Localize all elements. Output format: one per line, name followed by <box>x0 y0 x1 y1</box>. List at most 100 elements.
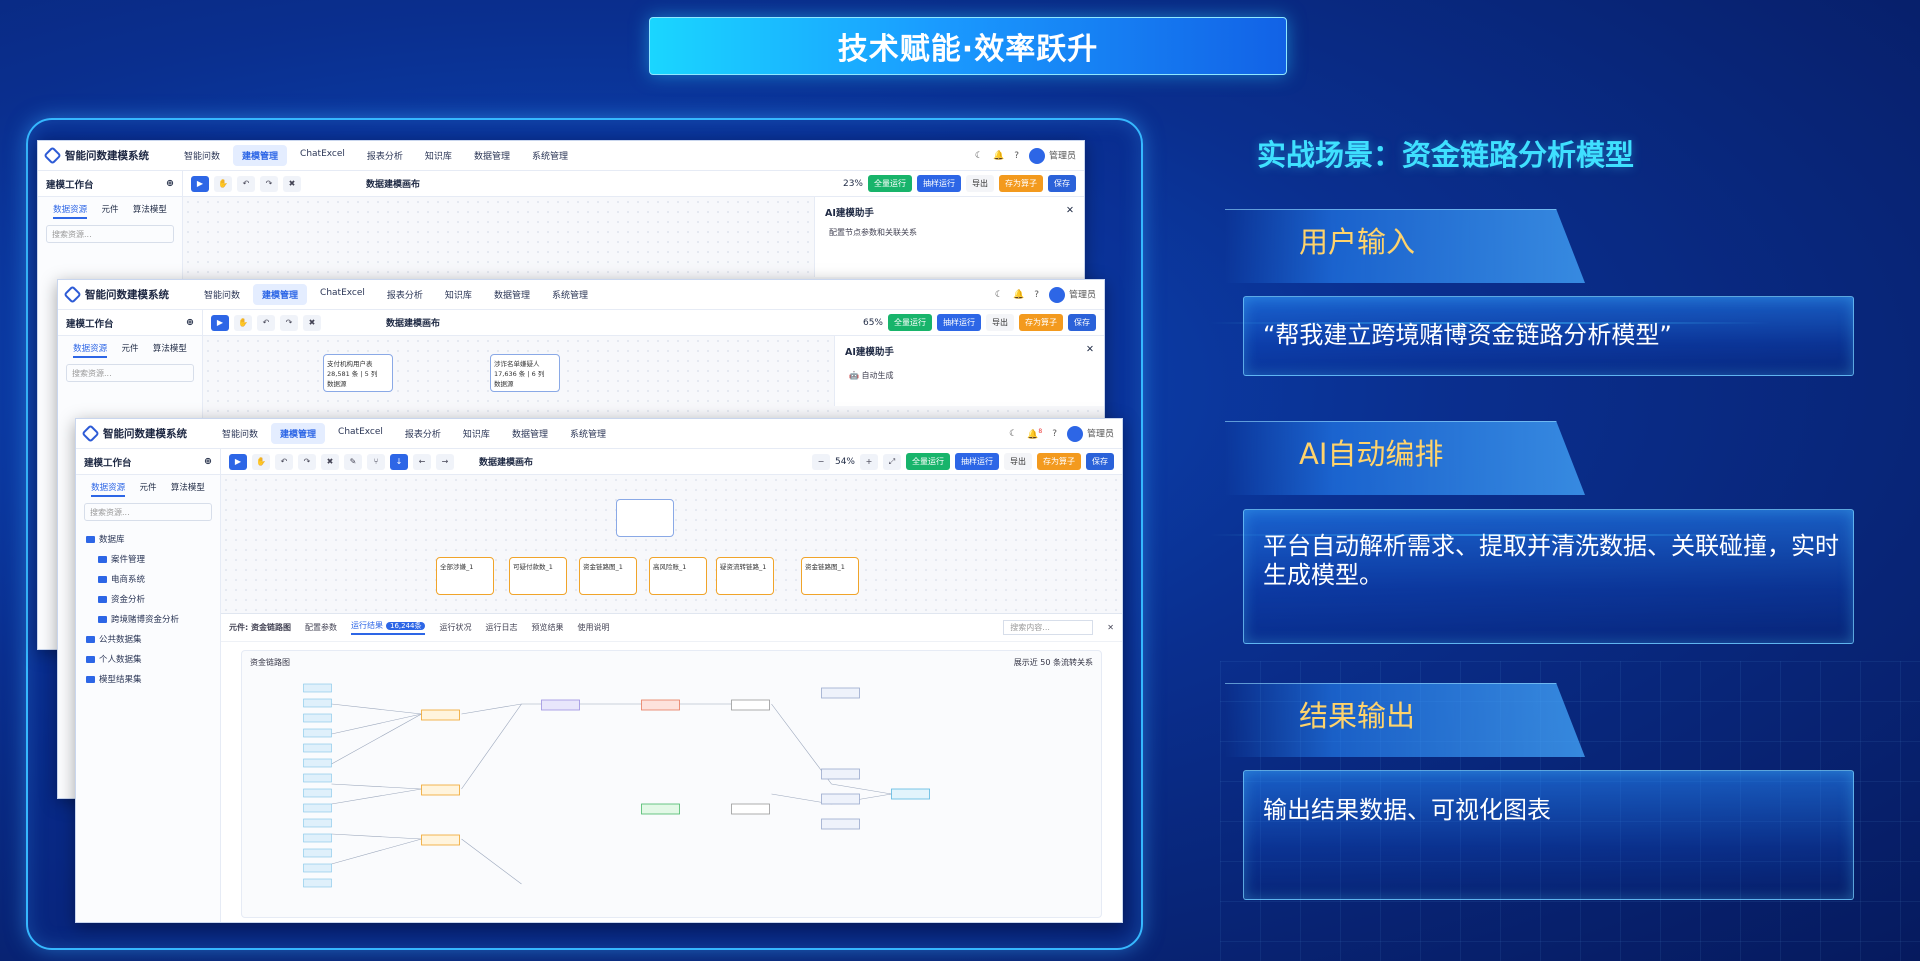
nav-item[interactable]: ChatExcel <box>329 423 392 444</box>
close-icon[interactable]: ✕ <box>1086 344 1094 358</box>
tab-help[interactable]: 使用说明 <box>577 622 609 633</box>
nav-item[interactable]: ChatExcel <box>311 284 374 305</box>
tab-components[interactable]: 元件 <box>121 342 138 358</box>
save-as-operator-button[interactable]: 存为算子 <box>1037 453 1081 470</box>
add-icon[interactable]: ⊕ <box>186 317 194 328</box>
add-icon[interactable]: ⊕ <box>204 456 212 467</box>
tab-run-status[interactable]: 运行状况 <box>439 622 471 633</box>
export-button[interactable]: 导出 <box>966 175 994 192</box>
run-all-button[interactable]: 全量运行 <box>868 175 912 192</box>
undo-icon[interactable]: ↶ <box>257 314 275 331</box>
delete-icon[interactable]: ✖ <box>321 453 339 470</box>
nav-item-active[interactable]: 建模管理 <box>233 145 288 166</box>
tree-item[interactable]: 公共数据集 <box>84 629 212 649</box>
undo-icon[interactable]: ↶ <box>275 453 293 470</box>
resource-search-input[interactable]: 搜索资源... <box>66 364 194 382</box>
nav-item[interactable]: 数据管理 <box>465 145 519 166</box>
moon-icon[interactable]: ☾ <box>1009 429 1017 439</box>
sample-run-button[interactable]: 抽样运行 <box>937 314 981 331</box>
nav-item[interactable]: 系统管理 <box>523 145 577 166</box>
delete-icon[interactable]: ✖ <box>303 314 321 331</box>
run-all-button[interactable]: 全量运行 <box>888 314 932 331</box>
tab-preview[interactable]: 预览结果 <box>531 622 563 633</box>
moon-icon[interactable]: ☾ <box>975 151 983 161</box>
tree-item[interactable]: 电商系统 <box>84 569 212 589</box>
tab-algorithms[interactable]: 算法模型 <box>153 342 187 358</box>
redo-icon[interactable]: ↷ <box>298 453 316 470</box>
bell-icon[interactable]: 🔔8 <box>1027 428 1042 440</box>
hand-icon[interactable]: ✋ <box>252 453 270 470</box>
tree-item[interactable]: 跨境赌博资金分析 <box>84 609 212 629</box>
resource-search-input[interactable]: 搜索资源... <box>84 503 212 521</box>
canvas-node[interactable]: 疑资流转链路_1 <box>716 557 774 595</box>
tab-data-resources[interactable]: 数据资源 <box>73 342 108 358</box>
tab-run-log[interactable]: 运行日志 <box>485 622 517 633</box>
canvas-node[interactable]: 资金链路图_1 <box>579 557 637 595</box>
tree-item[interactable]: 模型结果集 <box>84 669 212 689</box>
pointer-icon[interactable]: ▶ <box>229 453 247 470</box>
download-icon[interactable]: ↓ <box>390 453 408 470</box>
sample-run-button[interactable]: 抽样运行 <box>955 453 999 470</box>
nav-item[interactable]: 数据管理 <box>485 284 539 305</box>
tab-algorithms[interactable]: 算法模型 <box>171 481 205 497</box>
tree-item[interactable]: 资金分析 <box>84 589 212 609</box>
tab-components[interactable]: 元件 <box>139 481 156 497</box>
save-button[interactable]: 保存 <box>1068 314 1096 331</box>
bell-icon[interactable]: 🔔 <box>1013 290 1024 300</box>
zoom-in-icon[interactable]: + <box>860 453 878 470</box>
close-icon[interactable]: ✕ <box>1066 205 1074 219</box>
sample-run-button[interactable]: 抽样运行 <box>917 175 961 192</box>
hand-icon[interactable]: ✋ <box>234 314 252 331</box>
nav-item[interactable]: 报表分析 <box>378 284 432 305</box>
modeling-canvas[interactable]: 全部涉嫌_1 可疑付款数_1 资金链路图_1 高风险账_1 疑资流转链路_1 资… <box>221 475 1122 922</box>
zoom-out-icon[interactable]: − <box>811 453 830 470</box>
nav-item[interactable]: 系统管理 <box>543 284 597 305</box>
data-source-node[interactable]: 支付机构用户表 28,581 条 | 5 列 数据源 <box>323 354 393 392</box>
nav-item[interactable]: 系统管理 <box>561 423 615 444</box>
moon-icon[interactable]: ☾ <box>995 290 1003 300</box>
arrow-right-icon[interactable]: → <box>436 453 454 470</box>
tab-data-resources[interactable]: 数据资源 <box>53 203 88 219</box>
user-menu[interactable]: 管理员 <box>1066 425 1114 442</box>
nav-item[interactable]: ChatExcel <box>291 145 354 166</box>
save-as-operator-button[interactable]: 存为算子 <box>1019 314 1063 331</box>
result-search-input[interactable]: 搜索内容... <box>1003 620 1094 635</box>
canvas-node[interactable]: 高风险账_1 <box>649 557 707 595</box>
close-icon[interactable]: ✕ <box>1107 623 1114 632</box>
help-icon[interactable]: ? <box>1034 290 1039 300</box>
nav-item[interactable]: 报表分析 <box>396 423 450 444</box>
nav-item[interactable]: 知识库 <box>416 145 461 166</box>
help-icon[interactable]: ? <box>1014 151 1019 161</box>
tab-config[interactable]: 配置参数 <box>305 622 337 633</box>
data-source-node[interactable]: 涉诈名单嫌疑人 17,636 条 | 6 列 数据源 <box>490 354 560 392</box>
nav-item[interactable]: 知识库 <box>436 284 481 305</box>
tab-data-resources[interactable]: 数据资源 <box>91 481 126 497</box>
tab-run-results[interactable]: 运行结果 16,244条 <box>350 620 426 635</box>
pointer-icon[interactable]: ▶ <box>211 314 229 331</box>
app-logo[interactable]: 智能问数建模系统 <box>81 424 187 443</box>
tree-item[interactable]: 个人数据集 <box>84 649 212 669</box>
help-icon[interactable]: ? <box>1052 429 1057 439</box>
user-menu[interactable]: 管理员 <box>1028 147 1076 164</box>
undo-icon[interactable]: ↶ <box>237 175 255 192</box>
nav-item-active[interactable]: 建模管理 <box>271 423 326 444</box>
canvas-node[interactable]: 全部涉嫌_1 <box>436 557 494 595</box>
app-logo[interactable]: 智能问数建模系统 <box>43 146 149 165</box>
pointer-icon[interactable]: ▶ <box>191 175 209 192</box>
fund-chain-graph[interactable]: 资金链路图 展示近 50 条流转关系 <box>241 650 1102 918</box>
resource-search-input[interactable]: 搜索资源... <box>46 225 174 243</box>
tree-item-database[interactable]: 数据库 <box>84 529 212 549</box>
tab-algorithms[interactable]: 算法模型 <box>133 203 167 219</box>
bell-icon[interactable]: 🔔 <box>993 151 1004 161</box>
redo-icon[interactable]: ↷ <box>260 175 278 192</box>
nav-item[interactable]: 智能问数 <box>175 145 229 166</box>
nav-item[interactable]: 知识库 <box>454 423 499 444</box>
user-menu[interactable]: 管理员 <box>1048 286 1096 303</box>
arrow-left-icon[interactable]: ← <box>413 453 431 470</box>
canvas-node[interactable]: 可疑付款数_1 <box>509 557 567 595</box>
nav-item[interactable]: 报表分析 <box>358 145 412 166</box>
brush-icon[interactable]: ✎ <box>344 453 362 470</box>
tree-item[interactable]: 案件管理 <box>84 549 212 569</box>
canvas-node[interactable] <box>616 499 674 537</box>
nav-item[interactable]: 智能问数 <box>213 423 267 444</box>
